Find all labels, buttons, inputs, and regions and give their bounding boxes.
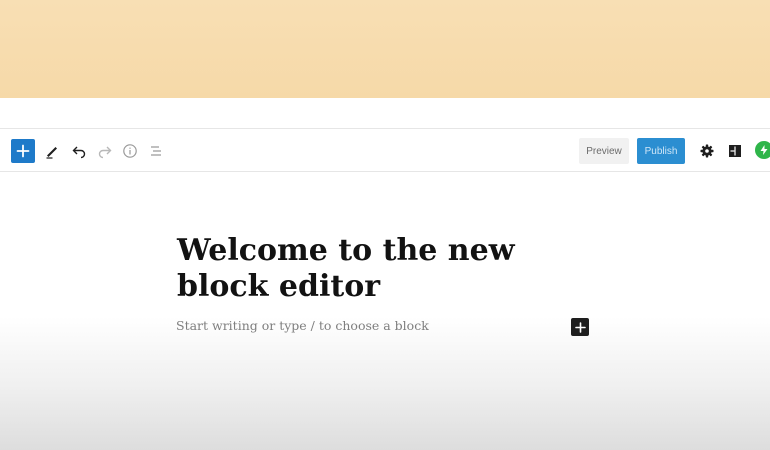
redo-icon xyxy=(98,146,112,159)
top-banner xyxy=(0,0,770,99)
inline-add-block-button[interactable] xyxy=(571,318,589,336)
layout-icon xyxy=(729,145,741,157)
block-placeholder[interactable]: Start writing or type / to choose a bloc… xyxy=(176,318,429,333)
editor-canvas xyxy=(0,172,770,450)
add-block-button[interactable] xyxy=(11,139,35,163)
info-icon xyxy=(123,144,137,158)
editor-toolbar: Preview Publish xyxy=(0,128,770,172)
plus-icon xyxy=(574,321,586,333)
list-view-icon xyxy=(151,146,161,156)
spacer xyxy=(0,98,770,128)
preview-button[interactable]: Preview xyxy=(579,138,629,164)
outline-button[interactable] xyxy=(144,139,168,163)
undo-button[interactable] xyxy=(67,139,91,163)
jetpack-icon xyxy=(760,145,768,155)
post-title[interactable]: Welcome to the new block editor xyxy=(177,233,537,305)
plugin-button[interactable] xyxy=(723,139,747,163)
gear-icon xyxy=(700,144,714,158)
redo-button[interactable] xyxy=(93,139,117,163)
pencil-icon xyxy=(46,147,57,159)
undo-icon xyxy=(72,146,86,159)
jetpack-button[interactable] xyxy=(755,141,770,159)
plus-icon xyxy=(16,144,30,158)
info-button[interactable] xyxy=(118,139,142,163)
settings-button[interactable] xyxy=(695,139,719,163)
tools-button[interactable] xyxy=(40,139,64,163)
publish-button[interactable]: Publish xyxy=(637,138,685,164)
